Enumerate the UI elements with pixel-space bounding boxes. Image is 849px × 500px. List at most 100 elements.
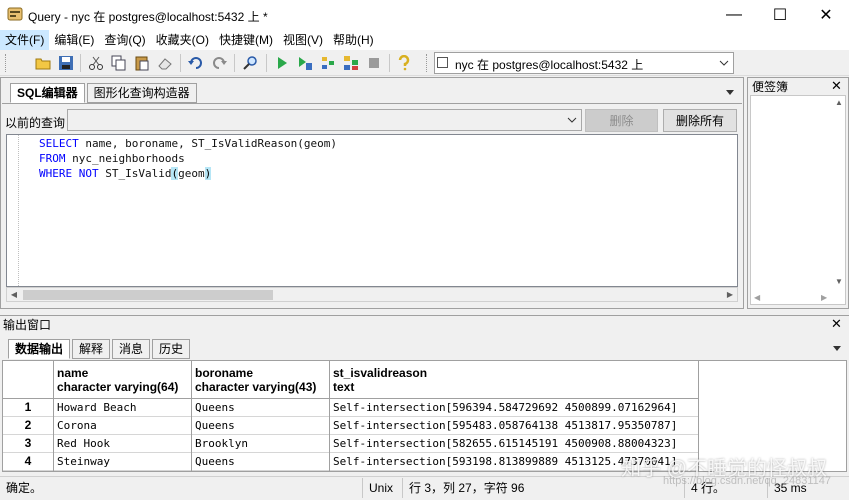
save-button[interactable]	[56, 53, 76, 73]
scrollbar-thumb[interactable]	[23, 290, 273, 300]
close-button[interactable]: ✕	[803, 0, 849, 30]
table-cell[interactable]: Red Hook	[54, 435, 191, 453]
table-cell[interactable]: Howard Beach	[54, 399, 191, 417]
column-header-label: boroname	[195, 366, 254, 380]
table-cell[interactable]: Corona	[54, 417, 191, 435]
tab-sql-editor[interactable]: SQL编辑器	[10, 83, 85, 103]
help-button[interactable]	[394, 53, 414, 73]
code-line-3: WHERE NOT ST_IsValid(geom)	[39, 166, 212, 181]
menu-view[interactable]: 视图(V)	[278, 30, 328, 50]
chevron-down-icon[interactable]	[564, 111, 580, 129]
code-line-2: FROM nyc_neighborhoods	[39, 151, 185, 166]
toolbar-separator	[234, 54, 235, 72]
minimize-button[interactable]: —	[711, 0, 757, 30]
open-icon	[35, 58, 51, 70]
editor-gutter	[7, 135, 19, 286]
maximize-button[interactable]: ☐	[757, 0, 803, 30]
toolbar-grip[interactable]	[426, 54, 429, 72]
row-number[interactable]: 2	[3, 417, 53, 435]
previous-query-select[interactable]	[67, 109, 582, 131]
menu-favourites[interactable]: 收藏夹(O)	[151, 30, 214, 50]
scroll-right-icon[interactable]: ▶	[821, 293, 827, 302]
toolbar-separator	[389, 54, 390, 72]
menu-edit[interactable]: 编辑(E)	[49, 30, 99, 50]
explain-analyze-icon	[344, 56, 358, 70]
scroll-left-icon[interactable]: ◀	[7, 288, 21, 301]
execute-button[interactable]	[272, 53, 292, 73]
table-cell[interactable]: Queens	[192, 453, 329, 471]
code-keyword: FROM	[39, 152, 66, 165]
find-icon	[243, 56, 257, 70]
scratch-pad-textarea[interactable]: ▲ ▼ ◀ ▶	[750, 95, 846, 305]
tab-messages[interactable]: 消息	[112, 339, 151, 359]
scroll-up-icon[interactable]: ▲	[835, 98, 843, 107]
execute-pgscript-button[interactable]	[295, 53, 315, 73]
tab-graphical-query-builder[interactable]: 图形化查询构造器	[86, 83, 197, 103]
cancel-query-button[interactable]	[364, 53, 384, 73]
column-header-type: text	[333, 380, 355, 394]
scroll-down-icon[interactable]: ▼	[835, 277, 843, 286]
menu-query[interactable]: 查询(Q)	[99, 30, 150, 50]
row-number-column: 1 2 3 4	[3, 361, 54, 471]
column-header-st-isvalidreason[interactable]: st_isvalidreason text	[330, 361, 698, 399]
undo-button[interactable]	[186, 53, 206, 73]
status-message: 确定。	[6, 481, 43, 495]
stop-icon	[369, 58, 379, 68]
menu-bar: 文件(F) 编辑(E) 查询(Q) 收藏夹(O) 快捷键(M) 视图(V) 帮助…	[0, 30, 849, 50]
paste-button[interactable]	[132, 53, 152, 73]
redo-button[interactable]	[209, 53, 229, 73]
table-cell[interactable]: Self-intersection[596394.584729692 45008…	[330, 399, 698, 417]
output-panel-title: 输出窗口	[3, 318, 52, 332]
toolbar-separator	[80, 54, 81, 72]
menu-macros[interactable]: 快捷键(M)	[214, 30, 278, 50]
find-button[interactable]	[241, 53, 261, 73]
scroll-left-icon[interactable]: ◀	[754, 293, 760, 302]
row-number[interactable]: 3	[3, 435, 53, 453]
undo-icon	[188, 57, 202, 69]
open-button[interactable]	[33, 53, 53, 73]
table-cell[interactable]: Brooklyn	[192, 435, 329, 453]
eraser-icon	[158, 58, 172, 70]
tab-data-output[interactable]: 数据输出	[8, 339, 71, 359]
delete-button[interactable]: 删除	[585, 109, 658, 132]
clear-button[interactable]	[155, 53, 175, 73]
close-icon[interactable]: ✕	[831, 78, 842, 94]
column-header-type: character varying(43)	[195, 380, 317, 394]
editor-horizontal-scrollbar[interactable]: ◀ ▶	[6, 287, 738, 302]
row-number[interactable]: 4	[3, 453, 53, 471]
close-icon: ✕	[819, 7, 833, 24]
sql-editor[interactable]: SELECT name, boroname, ST_IsValidReason(…	[6, 134, 738, 287]
tab-list-dropdown-icon[interactable]	[833, 346, 841, 351]
explain-button[interactable]	[318, 53, 338, 73]
tab-list-dropdown-icon[interactable]	[726, 90, 734, 95]
toolbar-grip[interactable]	[5, 54, 8, 72]
explain-analyze-button[interactable]	[341, 53, 361, 73]
status-cursor-position: 行 3，列 27，字符 96	[402, 478, 684, 498]
column-boroname: boroname character varying(43) Queens Qu…	[192, 361, 330, 471]
execute-pgscript-icon	[299, 57, 312, 70]
cut-button[interactable]	[86, 53, 106, 73]
title-bar: Query - nyc 在 postgres@localhost:5432 上 …	[0, 0, 849, 30]
code-text: ST_IsValid	[98, 167, 172, 180]
menu-file[interactable]: 文件(F)	[0, 30, 50, 50]
editor-tabs: SQL编辑器 图形化查询构造器	[10, 83, 197, 103]
delete-all-button[interactable]: 删除所有	[663, 109, 737, 132]
table-cell[interactable]: Queens	[192, 399, 329, 417]
menu-help[interactable]: 帮助(H)	[328, 30, 379, 50]
scroll-right-icon[interactable]: ▶	[723, 288, 737, 301]
tab-explain[interactable]: 解释	[72, 339, 111, 359]
row-number[interactable]: 1	[3, 399, 53, 417]
chevron-down-icon[interactable]	[715, 53, 733, 73]
toolbar-separator	[266, 54, 267, 72]
table-cell[interactable]: Queens	[192, 417, 329, 435]
table-cell[interactable]: Self-intersection[582655.615145191 45009…	[330, 435, 698, 453]
close-icon[interactable]: ✕	[831, 316, 842, 332]
cut-icon	[89, 56, 103, 70]
column-header-boroname[interactable]: boroname character varying(43)	[192, 361, 329, 399]
table-cell[interactable]: Steinway	[54, 453, 191, 471]
tab-history[interactable]: 历史	[152, 339, 191, 359]
connection-select[interactable]: nyc 在 postgres@localhost:5432 上	[434, 52, 734, 74]
column-header-name[interactable]: name character varying(64)	[54, 361, 191, 399]
copy-button[interactable]	[109, 53, 129, 73]
table-cell[interactable]: Self-intersection[595483.058764138 45138…	[330, 417, 698, 435]
